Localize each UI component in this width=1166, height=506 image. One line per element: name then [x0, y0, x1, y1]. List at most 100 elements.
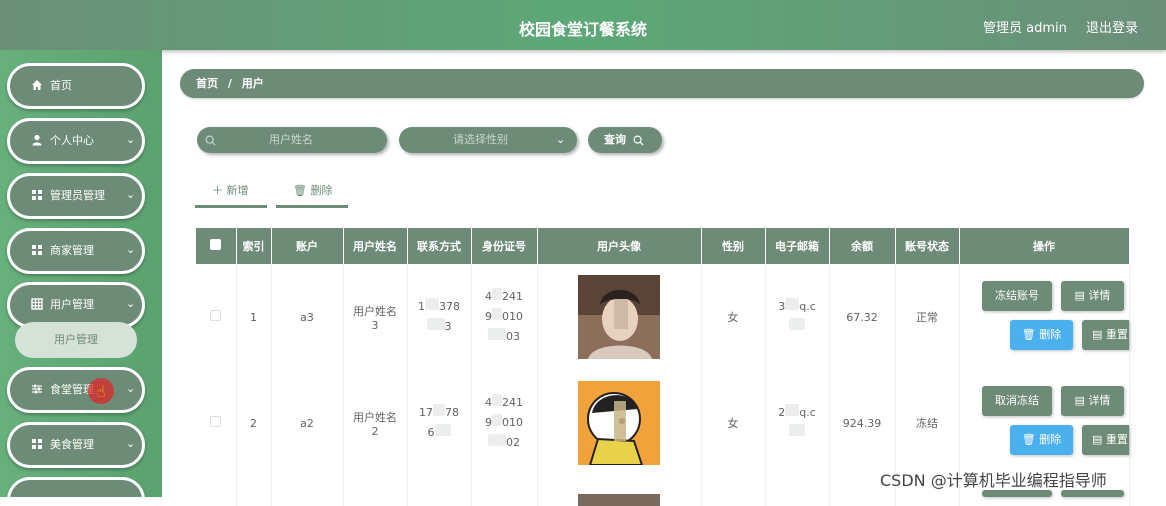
- search-input[interactable]: 用户姓名: [197, 127, 387, 153]
- user-table: 索引 账户 用户姓名 联系方式 身份证号 用户头像 性别 电子邮箱 余额 账号状…: [196, 228, 1130, 506]
- trash-icon: 🗑: [1021, 433, 1040, 446]
- sidebar-item-label: 用户管理: [50, 298, 94, 311]
- sidebar: 首页 个人中心 ⌄ 管理员管理 ⌄ 商家管理 ⌄ 用户管理 ⌄ 用户管理 食堂管…: [0, 50, 162, 497]
- chevron-down-icon: ⌄: [126, 243, 136, 256]
- cell-name: 用户姓名 2: [343, 370, 408, 476]
- gender-select[interactable]: 请选择性别 ⌄: [399, 127, 577, 153]
- row-checkbox[interactable]: [196, 370, 237, 476]
- row-action-button[interactable]: [982, 490, 1052, 497]
- sidebar-item-label: 美食管理: [50, 438, 94, 451]
- top-header: 校园食堂订餐系统 管理员 admin 退出登录: [0, 0, 1166, 50]
- chevron-up-icon: ⌄: [126, 297, 136, 310]
- column-header: 操作: [959, 228, 1130, 264]
- delete-button[interactable]: 🗑 删除: [1010, 320, 1073, 350]
- cell-id: 4 241 9 010 02: [471, 370, 538, 476]
- cell-name: 用户姓名 3: [343, 264, 408, 370]
- cell-account: a2: [271, 370, 344, 476]
- cell-avatar: [537, 476, 702, 506]
- cell-index: 2: [236, 370, 272, 476]
- sidebar-item-label: 管理员管理: [50, 189, 105, 202]
- document-icon: ▤: [1092, 328, 1106, 341]
- chevron-down-icon: ⌄: [126, 437, 136, 450]
- gender-placeholder: 请选择性别: [453, 133, 508, 146]
- column-header: 用户头像: [537, 228, 702, 264]
- cell-status: 正常: [895, 264, 960, 370]
- column-header: 账户: [271, 228, 344, 264]
- cell-phone: 1 378 3: [407, 264, 472, 370]
- reset-button[interactable]: ▤ 重置: [1082, 320, 1129, 350]
- breadcrumb-home[interactable]: 首页: [196, 77, 218, 90]
- column-header: 余额: [829, 228, 896, 264]
- search-placeholder: 用户姓名: [269, 133, 313, 146]
- cell-actions: [959, 264, 1130, 370]
- column-header: 性别: [701, 228, 766, 264]
- query-label: 查询: [604, 133, 626, 146]
- sidebar-item-canteen[interactable]: 食堂管理 ⌄: [7, 367, 145, 413]
- grid-icon: [31, 189, 43, 201]
- select-all-checkbox[interactable]: [196, 228, 237, 264]
- freeze-account-button[interactable]: 冻结账号: [982, 281, 1052, 311]
- detail-button[interactable]: ▤ 详情: [1061, 386, 1124, 416]
- cell-avatar: [537, 264, 702, 370]
- column-header: 用户姓名: [343, 228, 408, 264]
- breadcrumb-separator: /: [227, 77, 232, 90]
- sidebar-item-food[interactable]: 美食管理 ⌄: [7, 422, 145, 468]
- watermark: CSDN @计算机毕业编程指导师: [880, 471, 1107, 490]
- cell-email: 2 q.c: [765, 370, 830, 476]
- unfreeze-account-button[interactable]: 取消冻结: [982, 386, 1052, 416]
- column-header: 索引: [236, 228, 272, 264]
- add-label: 新增: [226, 184, 249, 197]
- sidebar-item-admins[interactable]: 管理员管理 ⌄: [7, 173, 145, 219]
- sidebar-item-more[interactable]: [7, 477, 145, 497]
- query-button[interactable]: 查询: [588, 127, 662, 153]
- document-icon: ▤: [1092, 433, 1106, 446]
- cell-index: 1: [236, 264, 272, 370]
- column-header: 身份证号: [471, 228, 538, 264]
- sidebar-item-profile[interactable]: 个人中心 ⌄: [7, 118, 145, 164]
- user-avatar-image: [578, 381, 660, 465]
- sidebar-item-label: 个人中心: [50, 134, 94, 147]
- trash-icon: 🗑: [1021, 328, 1040, 341]
- sidebar-item-label: 首页: [50, 79, 72, 92]
- column-header: 账号状态: [895, 228, 960, 264]
- document-icon: ▤: [1074, 394, 1089, 407]
- cell-id: 4 241 9 010 03: [471, 264, 538, 370]
- document-icon: ▤: [1074, 289, 1089, 302]
- table-icon: [31, 298, 43, 310]
- submenu-user-management[interactable]: 用户管理: [15, 322, 137, 358]
- hand-cursor-icon: ☝: [96, 382, 106, 401]
- home-icon: [31, 79, 43, 91]
- person-icon: [31, 134, 43, 146]
- search-icon: [205, 127, 216, 153]
- chevron-down-icon: ⌄: [556, 133, 566, 146]
- user-avatar-image: [578, 275, 660, 359]
- table-header: 索引 账户 用户姓名 联系方式 身份证号 用户头像 性别 电子邮箱 余额 账号状…: [196, 228, 1130, 264]
- grid-icon: [31, 244, 43, 256]
- sidebar-item-merchants[interactable]: 商家管理 ⌄: [7, 228, 145, 274]
- grid-icon: [31, 438, 43, 450]
- logout-link[interactable]: 退出登录: [1086, 17, 1138, 36]
- delete-button[interactable]: 🗑 删除: [1010, 425, 1073, 455]
- plus-icon: ＋: [212, 184, 223, 197]
- reset-button[interactable]: ▤ 重置: [1082, 425, 1129, 455]
- search-icon: [633, 133, 644, 146]
- delete-label: 删除: [310, 184, 333, 197]
- detail-button[interactable]: ▤ 详情: [1061, 281, 1124, 311]
- table-row: 1 a3 用户姓名 3 1 378 3 4 241 9 010 03 女 3 q.c 67.32…: [196, 264, 1130, 370]
- current-user[interactable]: 管理员 admin: [983, 17, 1067, 36]
- add-button[interactable]: ＋ 新增: [212, 182, 249, 198]
- sidebar-item-label: 商家管理: [50, 244, 94, 257]
- batch-delete-button[interactable]: 🗑 删除: [293, 182, 332, 198]
- add-underline: [195, 205, 267, 208]
- column-header: 电子邮箱: [765, 228, 830, 264]
- breadcrumb-current: 用户: [241, 77, 264, 90]
- row-checkbox[interactable]: [196, 264, 237, 370]
- chevron-down-icon: ⌄: [126, 382, 136, 395]
- delete-underline: [276, 205, 348, 208]
- cell-email: 3 q.c: [765, 264, 830, 370]
- cell-avatar: [537, 370, 702, 476]
- chevron-down-icon: ⌄: [126, 133, 136, 146]
- row-action-button[interactable]: [1061, 490, 1124, 497]
- sidebar-item-home[interactable]: 首页: [7, 63, 145, 109]
- cell-gender: 女: [701, 264, 766, 370]
